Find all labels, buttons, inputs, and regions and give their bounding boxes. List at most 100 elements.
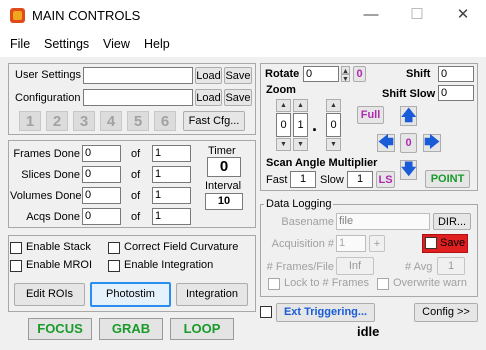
volumes-done-label: Volumes Done bbox=[10, 190, 82, 202]
ext-triggering-checkbox[interactable] bbox=[260, 306, 272, 318]
fast-config-slot-6[interactable]: 6 bbox=[154, 111, 176, 131]
fast-config-slot-5[interactable]: 5 bbox=[127, 111, 149, 131]
shift-slow-label: Shift Slow bbox=[382, 88, 436, 100]
full-button[interactable]: Full bbox=[357, 106, 384, 124]
acquisition-number-field[interactable]: 1 bbox=[336, 235, 366, 252]
correct-field-curvature-label: Correct Field Curvature bbox=[124, 241, 239, 253]
overwrite-warn-checkbox[interactable] bbox=[377, 278, 389, 290]
user-settings-label: User Settings bbox=[15, 69, 82, 81]
fast-config-slot-4[interactable]: 4 bbox=[100, 111, 122, 131]
frames-per-file-field[interactable]: Inf bbox=[336, 257, 374, 275]
basename-field[interactable]: file bbox=[336, 213, 430, 230]
config-button[interactable]: Config >> bbox=[414, 303, 478, 322]
enable-mroi-label: Enable MROI bbox=[26, 259, 93, 271]
acqs-total-field[interactable]: 1 bbox=[152, 208, 191, 225]
configuration-field[interactable] bbox=[83, 89, 193, 106]
shift-up-icon[interactable]: 🡅 bbox=[400, 106, 417, 126]
shift-down-icon[interactable]: 🡇 bbox=[400, 160, 417, 180]
enable-stack-checkbox[interactable] bbox=[10, 242, 22, 254]
fast-config-slot-1[interactable]: 1 bbox=[19, 111, 41, 131]
rotate-reset-button[interactable]: 0 bbox=[353, 66, 366, 82]
fast-cfg-button[interactable]: Fast Cfg... bbox=[183, 111, 245, 131]
configuration-load-button[interactable]: Load bbox=[195, 89, 222, 106]
integration-button[interactable]: Integration bbox=[176, 283, 248, 306]
edit-rois-button[interactable]: Edit ROIs bbox=[14, 283, 85, 306]
rotate-down-icon[interactable]: ▼ bbox=[341, 74, 350, 83]
data-logging-title: Data Logging bbox=[264, 198, 334, 210]
enable-integration-checkbox[interactable] bbox=[108, 260, 120, 272]
focus-button[interactable]: FOCUS bbox=[28, 318, 92, 340]
acqs-of-label: of bbox=[131, 211, 141, 223]
ext-triggering-button[interactable]: Ext Triggering... bbox=[276, 303, 375, 322]
menu-settings[interactable]: Settings bbox=[44, 37, 89, 51]
zoom-digit1-down-icon[interactable]: ▼ bbox=[276, 138, 291, 151]
timer-label: Timer bbox=[208, 145, 236, 157]
volumes-done-field: 0 bbox=[82, 187, 121, 204]
rotate-field[interactable]: 0 bbox=[303, 66, 339, 82]
menu-view[interactable]: View bbox=[103, 37, 130, 51]
rotate-label: Rotate bbox=[265, 68, 300, 80]
acquisition-increment-button[interactable]: + bbox=[369, 235, 385, 252]
zoom-digit1-up-icon[interactable]: ▲ bbox=[276, 99, 291, 112]
user-settings-load-button[interactable]: Load bbox=[195, 67, 222, 84]
slow-label: Slow bbox=[320, 174, 344, 186]
zoom-digit3-down-icon[interactable]: ▼ bbox=[326, 138, 341, 151]
acqs-done-field: 0 bbox=[82, 208, 121, 225]
window-title: MAIN CONTROLS bbox=[32, 8, 141, 23]
save-checkbox[interactable] bbox=[425, 237, 437, 249]
scan-angle-multiplier-label: Scan Angle Multiplier bbox=[266, 157, 378, 169]
configuration-label: Configuration bbox=[15, 92, 81, 104]
maximize-icon[interactable]: ☐ bbox=[394, 0, 440, 31]
shift-right-icon[interactable]: 🡆 bbox=[423, 134, 441, 152]
shift-label: Shift bbox=[406, 68, 431, 80]
fast-label: Fast bbox=[266, 174, 288, 186]
frames-total-field[interactable]: 1 bbox=[152, 145, 191, 162]
menu-file[interactable]: File bbox=[10, 37, 30, 51]
zoom-digit2-down-icon[interactable]: ▼ bbox=[293, 138, 308, 151]
menu-help[interactable]: Help bbox=[144, 37, 170, 51]
grab-button[interactable]: GRAB bbox=[99, 318, 163, 340]
photostim-button[interactable]: Photostim bbox=[90, 282, 171, 307]
rotate-up-icon[interactable]: ▲ bbox=[341, 66, 350, 75]
fast-config-slot-2[interactable]: 2 bbox=[46, 111, 68, 131]
minimize-icon[interactable]: — bbox=[348, 0, 394, 31]
interval-field[interactable]: 10 bbox=[205, 193, 243, 210]
enable-mroi-checkbox[interactable] bbox=[10, 260, 22, 272]
user-settings-save-button[interactable]: Save bbox=[224, 67, 252, 84]
lock-to-frames-label: Lock to # Frames bbox=[284, 277, 369, 289]
user-settings-field[interactable] bbox=[83, 67, 193, 84]
avg-label: # Avg bbox=[405, 261, 433, 273]
frames-of-label: of bbox=[131, 148, 141, 160]
volumes-of-label: of bbox=[131, 190, 141, 202]
shift-left-icon[interactable]: 🡄 bbox=[377, 134, 395, 152]
basename-label: Basename bbox=[281, 216, 334, 228]
fast-multiplier-field[interactable]: 1 bbox=[290, 171, 316, 188]
loop-button[interactable]: LOOP bbox=[170, 318, 234, 340]
close-icon[interactable]: ✕ bbox=[440, 0, 486, 31]
point-button[interactable]: POINT bbox=[425, 170, 470, 188]
overwrite-warn-label: Overwrite warn bbox=[393, 277, 467, 289]
slices-done-field: 0 bbox=[82, 166, 121, 183]
zoom-digit2: 1 bbox=[293, 113, 308, 137]
frames-done-field: 0 bbox=[82, 145, 121, 162]
status-text: idle bbox=[357, 324, 380, 339]
enable-stack-label: Enable Stack bbox=[26, 241, 91, 253]
shift-center-button[interactable]: 0 bbox=[400, 133, 417, 153]
slow-multiplier-field[interactable]: 1 bbox=[347, 171, 373, 188]
zoom-digit2-up-icon[interactable]: ▲ bbox=[293, 99, 308, 112]
shift-slow-field[interactable]: 0 bbox=[438, 85, 474, 101]
correct-field-curvature-checkbox[interactable] bbox=[108, 242, 120, 254]
zoom-decimal-point: . bbox=[312, 115, 318, 135]
slices-total-field[interactable]: 1 bbox=[152, 166, 191, 183]
lock-to-frames-checkbox[interactable] bbox=[268, 278, 280, 290]
volumes-total-field[interactable]: 1 bbox=[152, 187, 191, 204]
timer-value: 0 bbox=[207, 157, 241, 177]
zoom-label: Zoom bbox=[266, 84, 296, 96]
dir-button[interactable]: DIR... bbox=[433, 213, 471, 230]
configuration-save-button[interactable]: Save bbox=[224, 89, 252, 106]
shift-field[interactable]: 0 bbox=[438, 66, 474, 82]
fast-config-slot-3[interactable]: 3 bbox=[73, 111, 95, 131]
avg-field[interactable]: 1 bbox=[437, 257, 465, 275]
ls-button[interactable]: LS bbox=[376, 171, 395, 188]
zoom-digit3-up-icon[interactable]: ▲ bbox=[326, 99, 341, 112]
